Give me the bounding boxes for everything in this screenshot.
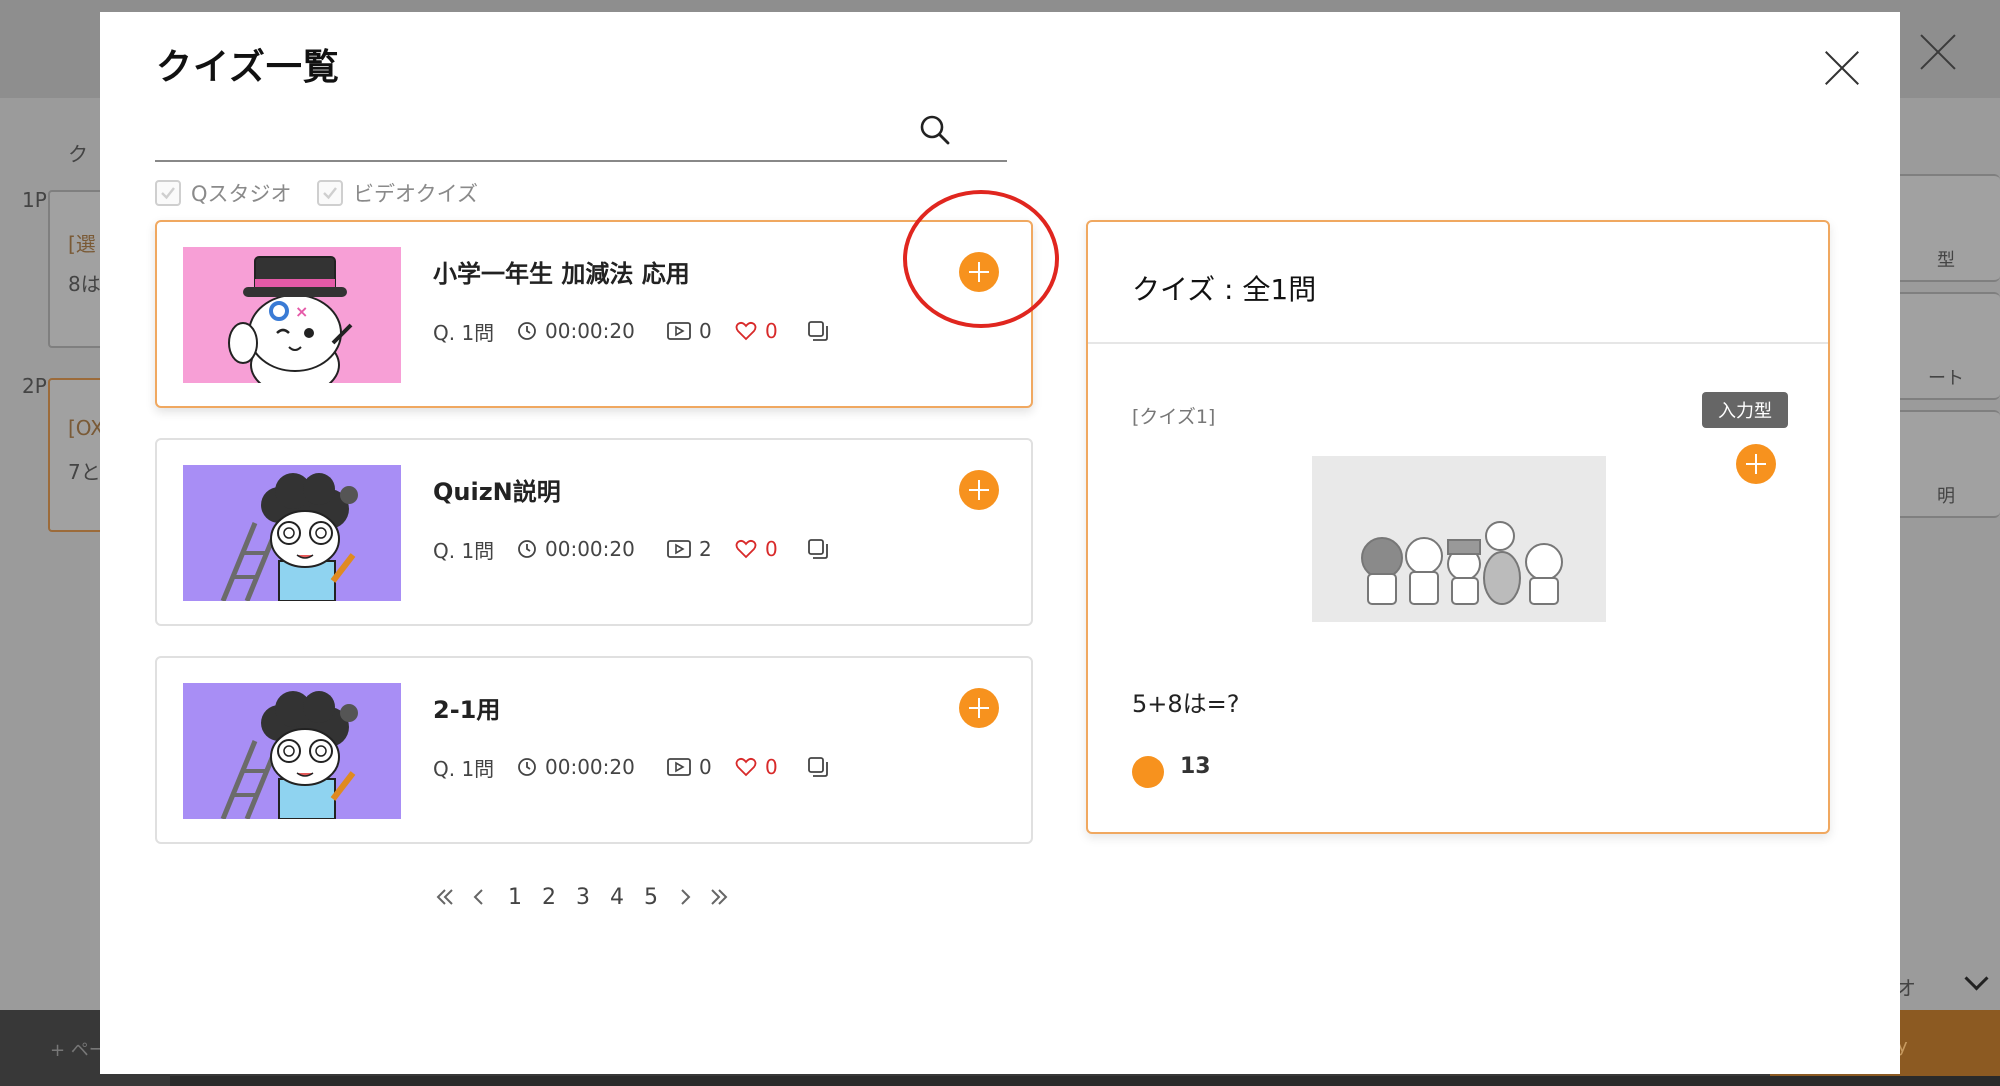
preview-title: クイズ : 全1問 (1132, 273, 1317, 306)
play-icon (667, 540, 691, 558)
like-count: 0 (735, 534, 778, 564)
play-count: 0 (667, 752, 712, 782)
background-card-1-tag: [選 (68, 232, 96, 256)
page-3[interactable]: 3 (568, 872, 598, 922)
play-count: 0 (667, 316, 712, 346)
copy-icon[interactable] (807, 320, 829, 342)
filter-qstudio-checkbox[interactable] (155, 180, 181, 206)
copy-action[interactable] (807, 752, 837, 782)
filter-video-quiz-checkbox[interactable] (317, 180, 343, 206)
quiz-image (1312, 456, 1606, 622)
check-icon (161, 187, 175, 200)
background-card-1-text: 8は (68, 272, 101, 296)
question-count: Q. 1問 (433, 756, 495, 781)
first-page-icon[interactable] (430, 872, 460, 922)
next-page-icon[interactable] (670, 872, 700, 922)
last-page-icon[interactable] (704, 872, 734, 922)
close-icon[interactable] (1822, 48, 1862, 88)
heart-icon (735, 321, 757, 341)
search-input[interactable] (155, 106, 939, 152)
like-count: 0 (735, 316, 778, 346)
quiz-card[interactable]: 2-1用 Q. 1問 00:00:20 0 0 (155, 656, 1033, 844)
filter-video-quiz[interactable]: ビデオクイズ (317, 176, 478, 210)
prev-page-icon[interactable] (464, 872, 494, 922)
heart-icon (735, 757, 757, 777)
svg-text:×: × (295, 302, 308, 321)
magician-character-image: × (183, 247, 401, 383)
background-tile-3: 明 (1890, 410, 2000, 518)
clock-icon (518, 758, 536, 776)
quiz-title: 2-1用 (433, 696, 501, 724)
add-quiz-button[interactable] (959, 470, 999, 510)
play-count: 2 (667, 534, 712, 564)
quiz-number-label: [クイズ1] (1132, 406, 1216, 428)
page-5[interactable]: 5 (636, 872, 666, 922)
quiz-thumbnail (183, 683, 401, 819)
pagination: 1 2 3 4 5 (430, 872, 850, 922)
clock-icon (518, 322, 536, 340)
search-icon[interactable] (917, 112, 953, 148)
quiz-thumbnail: × (183, 247, 401, 383)
background-tab-label: ク (68, 142, 88, 166)
question-type-badge: 入力型 (1702, 392, 1788, 428)
question-count: Q. 1問 (433, 320, 495, 345)
add-quiz-button[interactable] (959, 688, 999, 728)
clock-icon (518, 540, 536, 558)
duration: 00:00:20 (517, 752, 635, 782)
add-quiz-button[interactable] (959, 252, 999, 292)
page-2[interactable]: 2 (534, 872, 564, 922)
search-bar (155, 98, 1007, 162)
quiz-list-modal: クイズ一覧 Qスタジオ ビデオクイズ × 小学一年生 加減法 応用 Q. 1問 … (100, 12, 1900, 1074)
quiz-thumbnail (183, 465, 401, 601)
filter-qstudio[interactable]: Qスタジオ (155, 176, 292, 210)
check-icon (323, 187, 337, 200)
background-page-2: 2P (22, 374, 47, 398)
play-icon (667, 322, 691, 340)
like-count: 0 (735, 752, 778, 782)
copy-action[interactable] (807, 316, 837, 346)
scientist-character-image (183, 465, 401, 601)
preview-header: クイズ : 全1問 (1088, 222, 1828, 344)
characters-group-image (1312, 456, 1606, 622)
question-count: Q. 1問 (433, 538, 495, 563)
background-tile-1: 型 (1890, 174, 2000, 282)
copy-icon[interactable] (807, 756, 829, 778)
scientist-character-image (183, 683, 401, 819)
background-footer-add: + ペー (50, 1040, 107, 1061)
quiz-card[interactable]: × 小学一年生 加減法 応用 Q. 1問 00:00:20 0 0 (155, 220, 1033, 408)
copy-icon[interactable] (807, 538, 829, 560)
page-1[interactable]: 1 (500, 872, 530, 922)
duration: 00:00:20 (517, 534, 635, 564)
background-page-1: 1P (22, 188, 47, 212)
filter-video-quiz-label: ビデオクイズ (353, 182, 478, 206)
quiz-card[interactable]: QuizN説明 Q. 1問 00:00:20 2 0 (155, 438, 1033, 626)
quiz-title: 小学一年生 加減法 応用 (433, 260, 690, 288)
background-card-2-text: 7と (68, 460, 101, 484)
page-4[interactable]: 4 (602, 872, 632, 922)
background-tile-2: ート (1890, 292, 2000, 400)
background-footer-strip (170, 1076, 2000, 1086)
question-text: 5+8は=? (1132, 690, 1240, 718)
add-question-button[interactable] (1736, 444, 1776, 484)
modal-title: クイズ一覧 (156, 47, 340, 88)
quiz-title: QuizN説明 (433, 478, 561, 506)
answer-marker-icon (1132, 756, 1164, 788)
play-icon (667, 758, 691, 776)
background-close-icon (1918, 32, 1958, 72)
heart-icon (735, 539, 757, 559)
filter-qstudio-label: Qスタジオ (191, 182, 292, 206)
copy-action[interactable] (807, 534, 837, 564)
quiz-preview-panel: クイズ : 全1問 [クイズ1] 入力型 5+8は=? 13 (1086, 220, 1830, 834)
background-card-2-tag: [OX (68, 416, 104, 440)
answer-text: 13 (1180, 754, 1211, 779)
duration: 00:00:20 (517, 316, 635, 346)
